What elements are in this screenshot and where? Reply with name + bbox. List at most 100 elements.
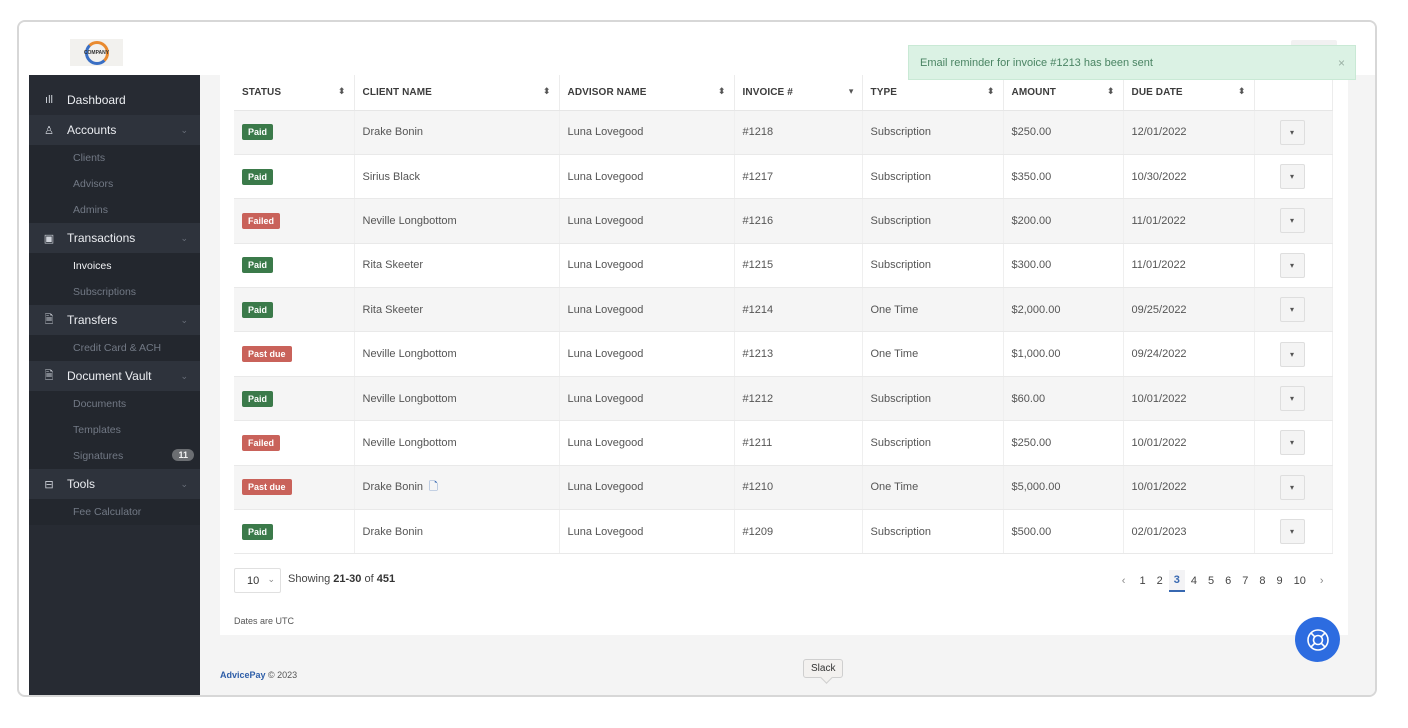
row-actions-dropdown-button[interactable]: ▾ — [1279, 252, 1305, 278]
chevron-down-icon[interactable]: ⌄ — [180, 371, 188, 382]
row-actions-dropdown-button[interactable]: ▾ — [1279, 474, 1305, 500]
sort-icon[interactable]: ⬍ — [543, 86, 551, 97]
client-name-link[interactable]: Sirius Black — [363, 171, 420, 183]
sidebar-item-invoices[interactable]: Invoices — [29, 253, 200, 279]
sort-icon[interactable]: ⬍ — [987, 86, 995, 97]
sidebar-item-admins[interactable]: Admins — [29, 197, 200, 223]
page-link-3[interactable]: 3 — [1168, 569, 1185, 592]
help-button[interactable] — [1295, 617, 1340, 662]
column-header-due-date[interactable]: DUE DATE ⬍ — [1123, 75, 1255, 111]
sidebar-item-credit-card-ach[interactable]: Credit Card & ACH — [29, 335, 200, 361]
invoice-number-link[interactable]: #1211 — [743, 437, 773, 449]
page-link-2[interactable]: 2 — [1152, 571, 1168, 591]
invoice-number-link[interactable]: #1212 — [743, 393, 774, 405]
advisor-name-link-cell: Luna Lovegood — [559, 420, 735, 466]
advisor-name-link[interactable]: Luna Lovegood — [568, 259, 644, 271]
sidebar-item-dashboard[interactable]: ıll Dashboard — [29, 85, 200, 115]
advisor-name-link-cell: Luna Lovegood — [559, 465, 735, 511]
sidebar-item-tools[interactable]: ⊟ Tools ⌄ — [29, 469, 200, 499]
invoice-number-link[interactable]: #1213 — [743, 348, 774, 360]
column-header-type[interactable]: TYPE ⬍ — [862, 75, 1004, 111]
row-actions-dropdown-button[interactable]: ▾ — [1279, 208, 1305, 234]
prev-page-button[interactable]: ‹ — [1114, 571, 1134, 591]
client-name-link[interactable]: Neville Longbottom — [363, 437, 457, 449]
chevron-down-icon[interactable]: ⌄ — [180, 315, 188, 326]
client-name-link[interactable]: Neville Longbottom — [363, 348, 457, 360]
sort-desc-icon[interactable]: ▾ — [849, 86, 854, 97]
row-actions-dropdown-button[interactable]: ▾ — [1279, 341, 1305, 367]
advisor-name-link[interactable]: Luna Lovegood — [568, 215, 644, 227]
row-actions-dropdown-button[interactable]: ▾ — [1279, 297, 1305, 323]
advisor-name-link[interactable]: Luna Lovegood — [568, 126, 644, 138]
page-link-10[interactable]: 10 — [1289, 571, 1311, 591]
close-icon[interactable]: × — [1338, 56, 1345, 70]
page-link-9[interactable]: 9 — [1271, 571, 1287, 591]
invoice-number-link[interactable]: #1210 — [743, 481, 774, 493]
invoice-number-link[interactable]: #1218 — [743, 126, 774, 138]
invoice-number-link[interactable]: #1209 — [743, 526, 774, 538]
sidebar-item-accounts[interactable]: ♙ Accounts ⌄ — [29, 115, 200, 145]
footer-brand-link[interactable]: AdvicePay — [220, 670, 266, 680]
status-badge-cell: Paid — [234, 154, 355, 200]
page-link-7[interactable]: 7 — [1237, 571, 1253, 591]
sort-icon[interactable]: ⬍ — [1107, 86, 1115, 97]
column-header-status[interactable]: STATUS ⬍ — [234, 75, 355, 111]
row-actions-dropdown-button[interactable]: ▾ — [1279, 386, 1305, 412]
chevron-down-icon[interactable]: ⌄ — [180, 479, 188, 490]
next-page-button[interactable]: › — [1312, 571, 1332, 591]
invoice-type-cell: Subscription — [862, 243, 1004, 289]
chevron-down-icon[interactable]: ⌄ — [180, 233, 188, 244]
sidebar-item-signatures[interactable]: Signatures 11 — [29, 443, 200, 469]
page-size-select[interactable]: 10 ⌄ — [234, 568, 281, 593]
page-link-1[interactable]: 1 — [1134, 571, 1150, 591]
invoice-number-link[interactable]: #1214 — [743, 304, 774, 316]
invoice-number-link[interactable]: #1216 — [743, 215, 774, 227]
advisor-name-link[interactable]: Luna Lovegood — [568, 393, 644, 405]
company-logo[interactable]: COMPANY — [70, 39, 123, 66]
sort-icon[interactable]: ⬍ — [338, 86, 346, 97]
client-name-link-cell: Rita Skeeter — [354, 243, 560, 289]
sidebar-item-documents[interactable]: Documents — [29, 391, 200, 417]
page-link-8[interactable]: 8 — [1254, 571, 1270, 591]
client-name-link[interactable]: Neville Longbottom — [363, 215, 457, 227]
chevron-down-icon[interactable]: ⌄ — [180, 125, 188, 136]
client-name-link[interactable]: Neville Longbottom — [363, 393, 457, 405]
client-name-link[interactable]: Rita Skeeter — [363, 259, 424, 271]
slack-tooltip: Slack — [803, 659, 844, 678]
column-header-amount[interactable]: AMOUNT ⬍ — [1003, 75, 1124, 111]
client-name-link[interactable]: Drake Bonin — [363, 126, 424, 138]
advisor-name-link[interactable]: Luna Lovegood — [568, 304, 644, 316]
sidebar-item-fee-calculator[interactable]: Fee Calculator — [29, 499, 200, 525]
client-name-link[interactable]: Drake Bonin — [363, 526, 424, 538]
sidebar-item-clients[interactable]: Clients — [29, 145, 200, 171]
row-actions-dropdown-button[interactable]: ▾ — [1279, 119, 1305, 145]
row-actions-dropdown-button[interactable]: ▾ — [1279, 430, 1305, 456]
sort-icon[interactable]: ⬍ — [718, 86, 726, 97]
sort-icon[interactable]: ⬍ — [1238, 86, 1246, 97]
invoice-number-link[interactable]: #1215 — [743, 259, 774, 271]
row-actions-dropdown-button[interactable]: ▾ — [1279, 164, 1305, 190]
page-link-4[interactable]: 4 — [1186, 571, 1202, 591]
invoice-number-link[interactable]: #1217 — [743, 171, 774, 183]
sidebar-item-advisors[interactable]: Advisors — [29, 171, 200, 197]
column-header-advisor-name[interactable]: ADVISOR NAME ⬍ — [559, 75, 735, 111]
page-link-5[interactable]: 5 — [1203, 571, 1219, 591]
advisor-name-link[interactable]: Luna Lovegood — [568, 526, 644, 538]
column-header-client-name[interactable]: CLIENT NAME ⬍ — [354, 75, 560, 111]
sidebar-item-templates[interactable]: Templates — [29, 417, 200, 443]
scrollbar-track[interactable] — [1349, 122, 1371, 657]
sidebar-item-subscriptions[interactable]: Subscriptions — [29, 279, 200, 305]
sidebar-item-transactions[interactable]: ▣ Transactions ⌄ — [29, 223, 200, 253]
client-name-link[interactable]: Drake Bonin — [363, 481, 424, 493]
advisor-name-link[interactable]: Luna Lovegood — [568, 171, 644, 183]
row-actions-dropdown-button[interactable]: ▾ — [1279, 519, 1305, 545]
page-link-6[interactable]: 6 — [1220, 571, 1236, 591]
client-name-link[interactable]: Rita Skeeter — [363, 304, 424, 316]
column-header-invoice[interactable]: INVOICE # ▾ — [734, 75, 863, 111]
advisor-name-link[interactable]: Luna Lovegood — [568, 348, 644, 360]
advisor-name-link[interactable]: Luna Lovegood — [568, 437, 644, 449]
advisor-name-link[interactable]: Luna Lovegood — [568, 481, 644, 493]
document-icon[interactable]: 🗋 — [429, 478, 438, 497]
sidebar-item-document-vault[interactable]: 🗎 Document Vault ⌄ — [29, 361, 200, 391]
sidebar-item-transfers[interactable]: 🗎 Transfers ⌄ — [29, 305, 200, 335]
